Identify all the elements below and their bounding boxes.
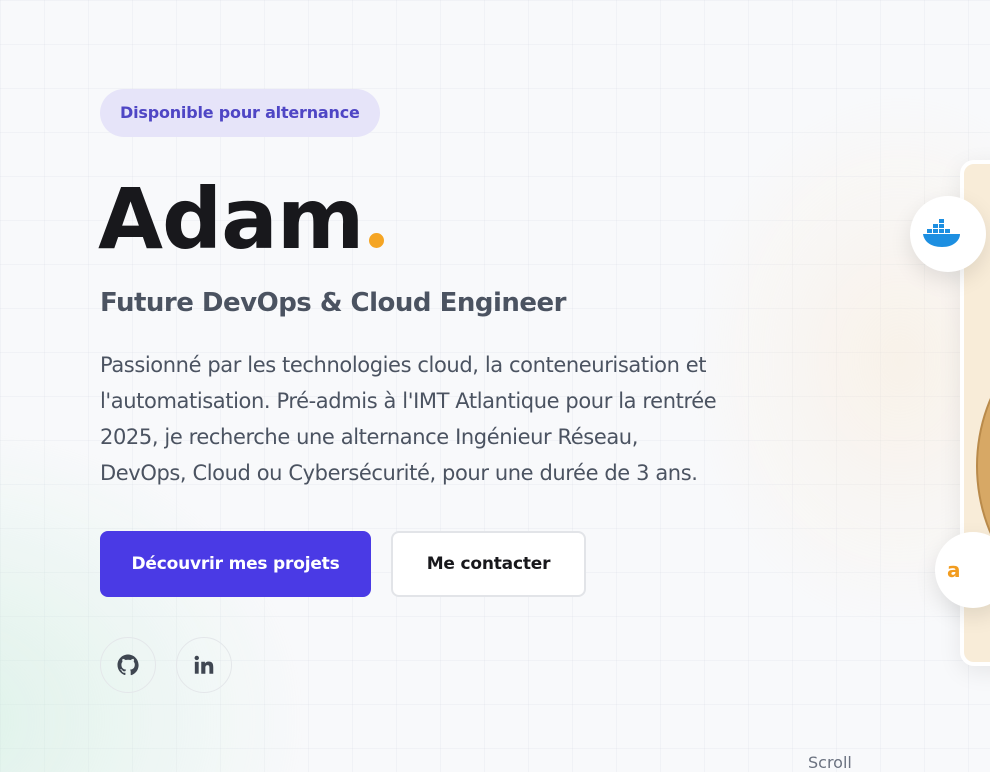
linkedin-icon	[194, 655, 214, 674]
hero-actions: Découvrir mes projets Me contacter	[100, 531, 740, 597]
hero-section: Disponible pour alternance Adam Future D…	[98, 89, 740, 693]
github-link[interactable]	[100, 637, 156, 693]
availability-badge: Disponible pour alternance	[100, 89, 380, 137]
social-links	[100, 637, 740, 693]
hero-name-text: Adam	[98, 170, 364, 268]
docker-badge	[910, 196, 986, 272]
hero-description: Passionné par les technologies cloud, la…	[100, 353, 717, 485]
hero-subtitle: Future DevOps & Cloud Engineer	[100, 288, 566, 318]
linkedin-link[interactable]	[176, 637, 232, 693]
hero-name: Adam	[98, 169, 740, 269]
docker-icon	[923, 219, 960, 247]
discover-projects-button[interactable]: Découvrir mes projets	[100, 531, 371, 597]
contact-button[interactable]: Me contacter	[391, 531, 586, 597]
scroll-indicator[interactable]: Scroll	[808, 753, 852, 772]
github-icon	[117, 654, 139, 676]
aws-badge: a	[935, 532, 990, 608]
accent-dot	[369, 233, 385, 248]
aws-icon: a	[947, 558, 961, 582]
